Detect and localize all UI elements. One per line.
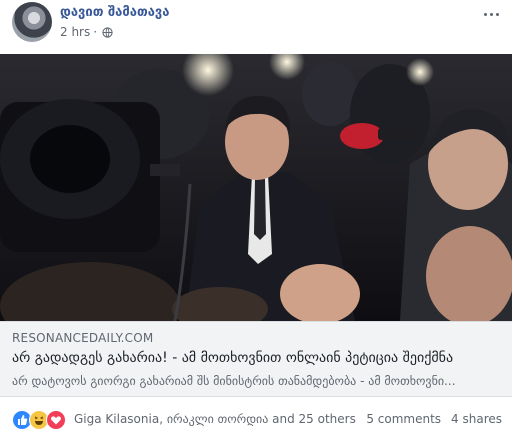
- link-domain: RESONANCEDAILY.COM: [12, 331, 154, 345]
- feed-post: დავით შამათავა 2 hrs · RESONANCEDAILY.CO…: [0, 0, 512, 442]
- author-name[interactable]: დავით შამათავა: [60, 5, 169, 20]
- post-meta: 2 hrs ·: [60, 25, 113, 39]
- post-photo[interactable]: [0, 54, 512, 321]
- more-options-icon[interactable]: [480, 4, 502, 24]
- comments-count[interactable]: 5 comments: [366, 412, 441, 426]
- shares-count[interactable]: 4 shares: [451, 412, 502, 426]
- link-description: არ დატოვოს გიორგი გახარიამ შს მინისტრის …: [12, 374, 456, 388]
- engagement-counts: 5 comments 4 shares: [366, 412, 502, 426]
- author-avatar[interactable]: [12, 2, 52, 42]
- reaction-icons[interactable]: [12, 410, 70, 430]
- post-header: დავით შამათავა 2 hrs ·: [0, 0, 512, 54]
- link-preview[interactable]: RESONANCEDAILY.COM არ გადადგეს გახარია! …: [0, 321, 512, 397]
- love-icon: [46, 410, 66, 430]
- post-time[interactable]: 2 hrs: [60, 25, 90, 39]
- reaction-names[interactable]: Giga Kilasonia, ირაკლი თორდია and 25 oth…: [74, 412, 356, 426]
- meta-separator: ·: [93, 25, 98, 39]
- link-title[interactable]: არ გადადგეს გახარია! - ამ მოთხოვნით ონლა…: [12, 350, 506, 366]
- globe-icon[interactable]: [102, 26, 113, 38]
- post-footer: Giga Kilasonia, ირაკლი თორდია and 25 oth…: [0, 397, 512, 442]
